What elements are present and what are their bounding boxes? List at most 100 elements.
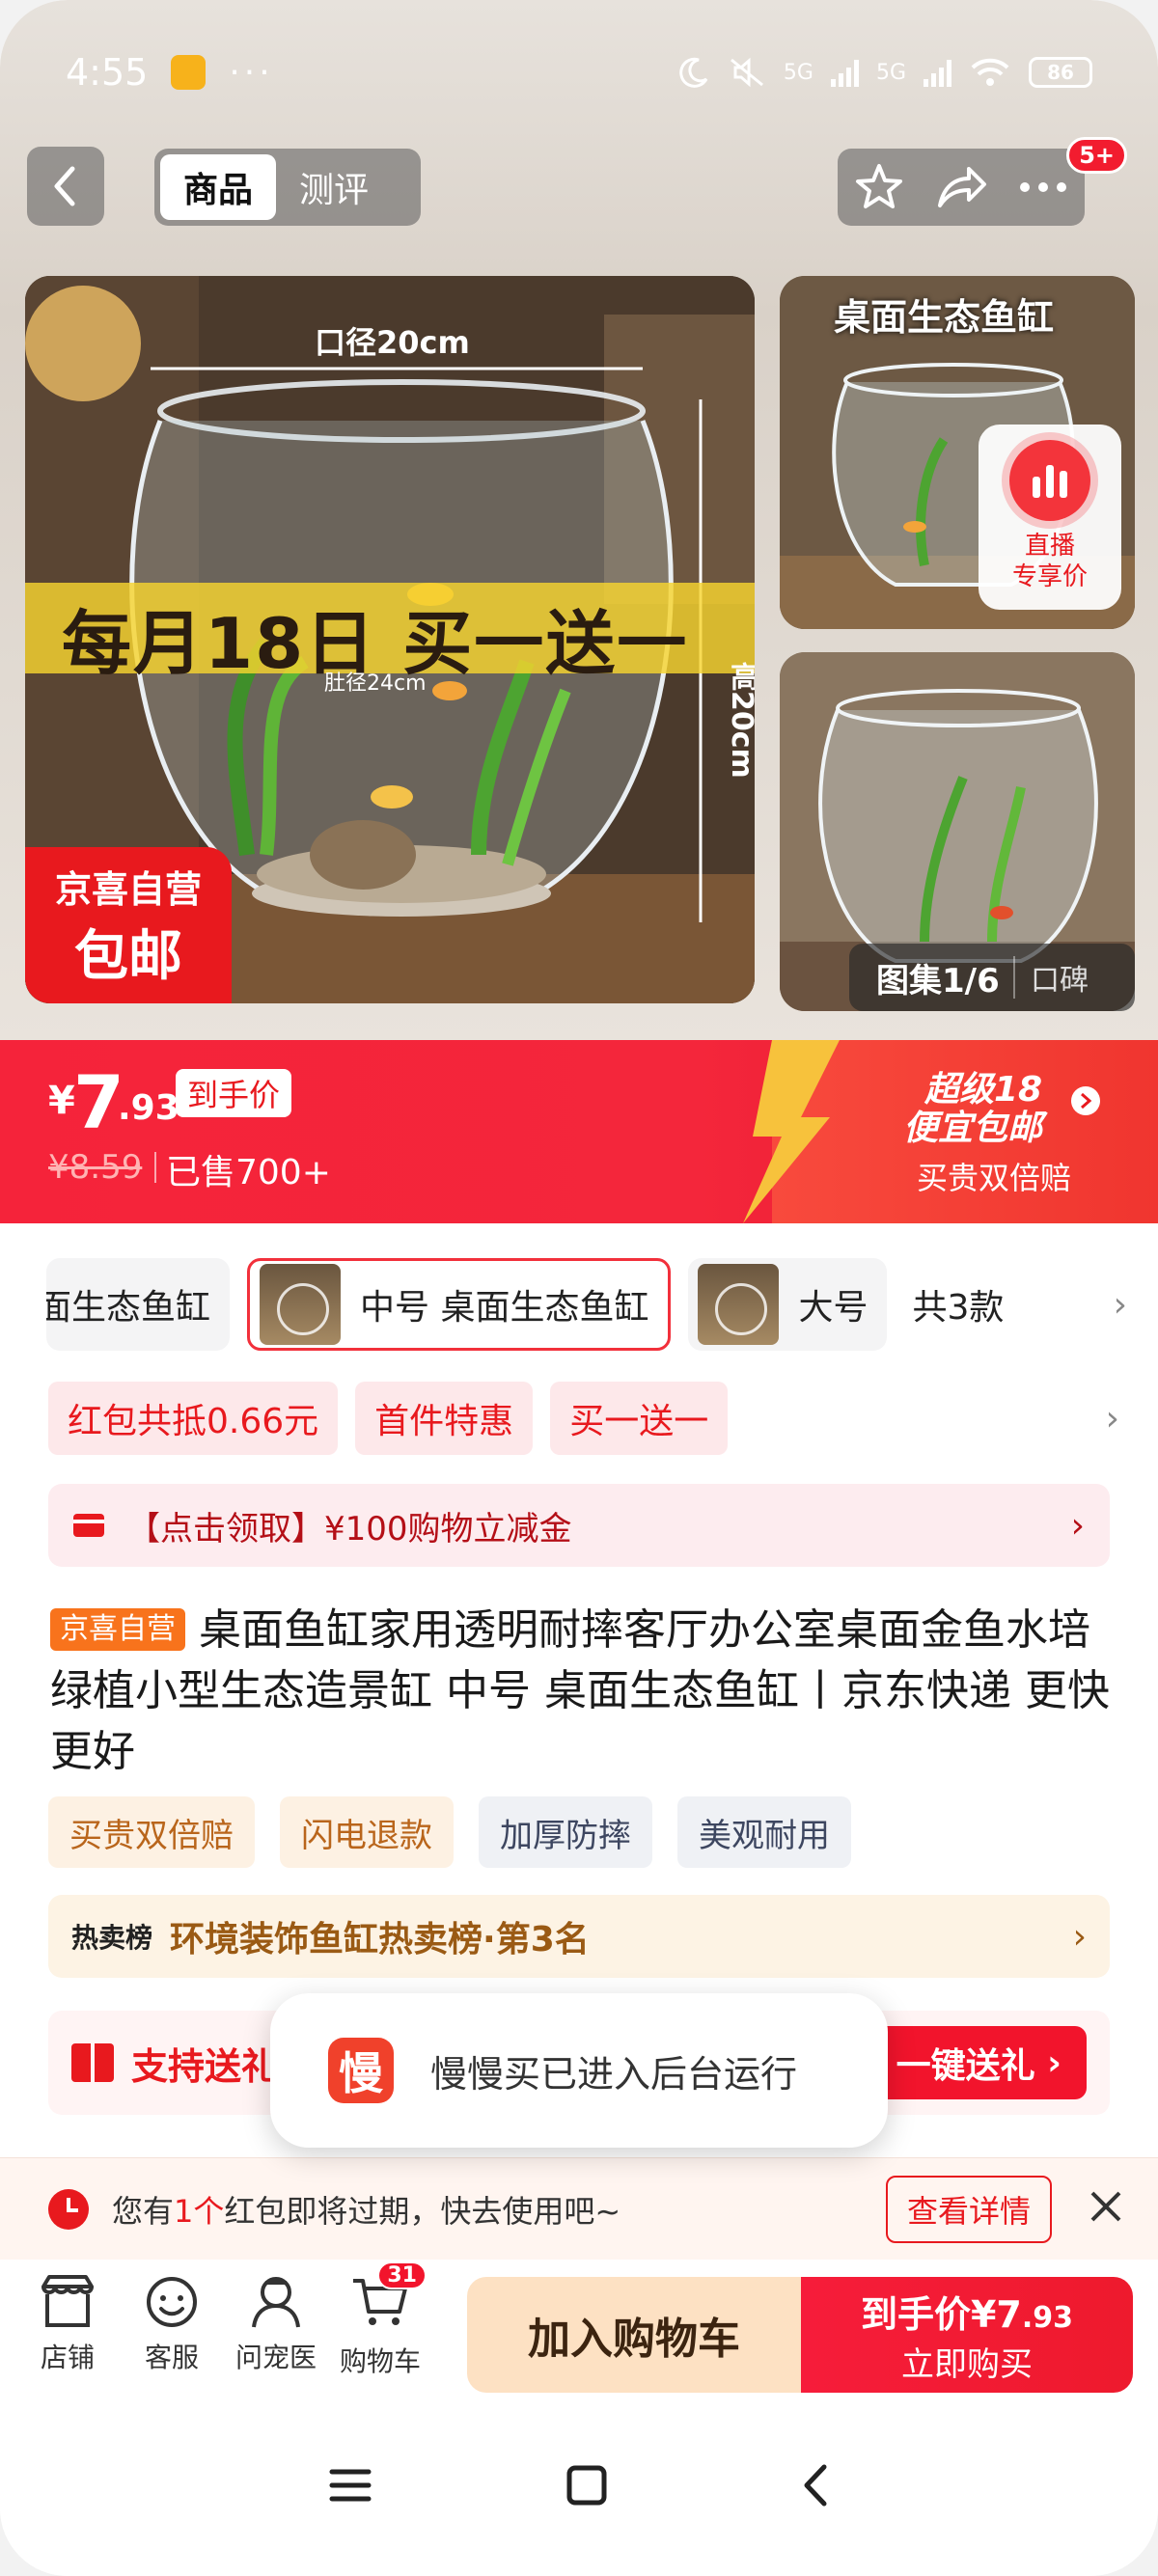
service-tag: 闪电退款 (280, 1796, 454, 1868)
manmanmai-logo-icon: 慢 (328, 2038, 394, 2103)
price-band: ¥ 7 .93 到手价 ¥8.59 已售700+ 超级18 便宜包邮 买贵双倍赔 (0, 1040, 1158, 1223)
service-tag: 买贵双倍赔 (48, 1796, 255, 1868)
wifi-icon (971, 58, 1009, 86)
view-details-button[interactable]: 查看详情 (886, 2176, 1053, 2243)
store-icon (41, 2275, 94, 2327)
ranking-label: 热卖榜 (71, 1922, 153, 1954)
favorite-button[interactable] (845, 153, 913, 221)
service-tab[interactable]: 客服 (125, 2273, 218, 2375)
buy-now-button[interactable]: 到手价¥7.93 立即购买 (801, 2277, 1133, 2393)
variant-selector: 桌面生态鱼缸 中号 桌面生态鱼缸 大号 共3款 › (46, 1258, 1127, 1351)
signal-icon-2 (924, 58, 951, 87)
bottom-action-bar: 店铺 客服 问宠医 31 购物车 加入购物车 到手价¥7.93 立即购买 (0, 2260, 1158, 2395)
buy-price-line: 到手价¥7.93 (860, 2293, 1074, 2336)
dimension-height: 高20cm (725, 662, 755, 779)
lightning-bolt-icon (743, 1040, 840, 1223)
price-currency: ¥ (48, 1079, 75, 1123)
top-tools (838, 149, 1085, 226)
chevron-right-icon[interactable]: › (1106, 1399, 1119, 1439)
background-run-toast: 慢 慢慢买已进入后台运行 (270, 1993, 888, 2148)
battery-icon: 86 (1029, 57, 1092, 88)
service-tag: 加厚防摔 (479, 1796, 652, 1868)
status-time: 4:55 (66, 51, 149, 94)
network-label-2: 5G (875, 60, 906, 85)
store-tab[interactable]: 店铺 (21, 2273, 114, 2375)
add-to-cart-button[interactable]: 加入购物车 (467, 2277, 801, 2393)
promo-tag: 红包共抵0.66元 (48, 1382, 339, 1455)
message-badge: 5+ (1066, 137, 1127, 174)
live-price-label: 专享价 (1011, 562, 1088, 591)
system-navigation-bar (0, 2395, 1158, 2576)
variant-medium[interactable]: 中号 桌面生态鱼缸 (247, 1258, 672, 1351)
chevron-right-icon: › (1070, 1505, 1085, 1546)
variant-small[interactable]: 桌面生态鱼缸 (46, 1258, 230, 1351)
double-compensation-label: 买贵双倍赔 (917, 1160, 1072, 1196)
tab-product[interactable]: 商品 (160, 154, 276, 220)
product-title: 京喜自营 桌面鱼缸家用透明耐摔客厅办公室桌面金鱼水培绿植小型生态造景缸 中号 桌面… (50, 1600, 1112, 1782)
jingxi-self-badge: 京喜自营 (50, 1608, 185, 1651)
tab-review[interactable]: 测评 (276, 154, 392, 220)
variant-total[interactable]: 共3款 (912, 1279, 1004, 1329)
variant-thumb (260, 1264, 341, 1345)
variant-thumb (698, 1264, 780, 1345)
pet-doctor-tab[interactable]: 问宠医 (230, 2273, 322, 2375)
jingxi-badge-line1: 京喜自营 (54, 868, 202, 911)
chevron-right-icon[interactable]: › (1114, 1285, 1127, 1325)
dimension-belly: 肚径24cm (324, 671, 427, 696)
chevron-right-icon[interactable] (1071, 1086, 1100, 1115)
network-label-1: 5G (783, 60, 813, 85)
cart-tab[interactable]: 31 购物车 (334, 2261, 427, 2379)
variant-label: 中号 桌面生态鱼缸 (360, 1288, 649, 1328)
dimension-mouth: 口径20cm (315, 324, 470, 361)
jingxi-badge-line2: 包邮 (74, 925, 182, 988)
gallery-counter[interactable]: 图集1/6 口碑 (849, 944, 1135, 1011)
variant-large[interactable]: 大号 (688, 1258, 888, 1351)
store-label: 店铺 (40, 2342, 95, 2373)
buy-now-label: 立即购买 (901, 2345, 1033, 2384)
menu-icon[interactable] (328, 2466, 372, 2505)
live-label: 直播 (1024, 532, 1075, 561)
gallery-count-label: 图集1/6 (876, 961, 1000, 1000)
pet-doctor-icon (252, 2277, 300, 2328)
thumbnail-title: 桌面生态鱼缸 (834, 296, 1055, 339)
variant-label: 大号 (798, 1288, 868, 1328)
back-nav-icon[interactable] (801, 2463, 830, 2507)
final-price-label: 到手价 (176, 1069, 292, 1117)
main-product-image[interactable]: 每月18日 买一送一 口径20cm 肚径24cm 高20cm 京喜自营 包邮 (25, 276, 755, 1003)
send-gift-button[interactable]: 一键送礼 › (870, 2026, 1087, 2099)
coupon-banner[interactable]: 【点击领取】¥100购物立减金 › (48, 1484, 1110, 1567)
more-dots-icon (1020, 182, 1067, 192)
cart-icon-wrap: 31 (349, 2261, 427, 2335)
clock-icon (48, 2188, 89, 2230)
close-icon[interactable] (1087, 2187, 1125, 2226)
jingxi-badge: 京喜自营 包邮 (25, 847, 232, 1003)
service-tags[interactable]: 买贵双倍赔 闪电退款 加厚防摔 美观耐用 (48, 1796, 851, 1868)
pet-doctor-label: 问宠医 (234, 2342, 317, 2373)
more-button[interactable] (1009, 153, 1077, 221)
back-button[interactable] (27, 147, 104, 226)
cart-label: 购物车 (339, 2345, 421, 2377)
home-icon[interactable] (565, 2464, 608, 2507)
product-title-text: 桌面鱼缸家用透明耐摔客厅办公室桌面金鱼水培绿植小型生态造景缸 中号 桌面生态鱼缸… (50, 1605, 1110, 1776)
promo-tags[interactable]: 红包共抵0.66元 首件特惠 买一送一 › (48, 1382, 1119, 1455)
live-stream-icon (1009, 440, 1090, 521)
live-price-card[interactable]: 直播 专享价 (979, 425, 1121, 610)
expire-text: 您有1个红包即将过期，快去使用吧~ (112, 2192, 621, 2230)
customer-service-icon (147, 2277, 197, 2327)
share-button[interactable] (927, 153, 995, 221)
original-price: ¥8.59 (48, 1148, 143, 1187)
super18-subtitle: 便宜包邮 (903, 1109, 1043, 1148)
ranking-banner[interactable]: 热卖榜 环境装饰鱼缸热卖榜·第3名 › (48, 1895, 1110, 1978)
status-indicators: 5G 5G 86 (677, 56, 1092, 89)
gift-icon (71, 2043, 114, 2082)
top-nav: 商品 测评 5+ (27, 137, 1127, 228)
phone-screen: 4:55 ··· 5G 5G 86 商品 测评 5+ 每月18日 买一送一 口径… (0, 0, 1158, 2576)
expiring-redpacket-bar: 您有1个红包即将过期，快去使用吧~ 查看详情 (0, 2157, 1158, 2260)
tab-switcher: 商品 测评 (154, 149, 421, 226)
status-more: ··· (229, 52, 274, 93)
chevron-left-icon (54, 166, 75, 206)
service-label: 客服 (144, 2342, 199, 2373)
reviews-link[interactable]: 口碑 (1013, 956, 1089, 999)
variant-label: 桌面生态鱼缸 (46, 1288, 210, 1328)
gift-text: 支持送礼 (131, 2044, 276, 2088)
